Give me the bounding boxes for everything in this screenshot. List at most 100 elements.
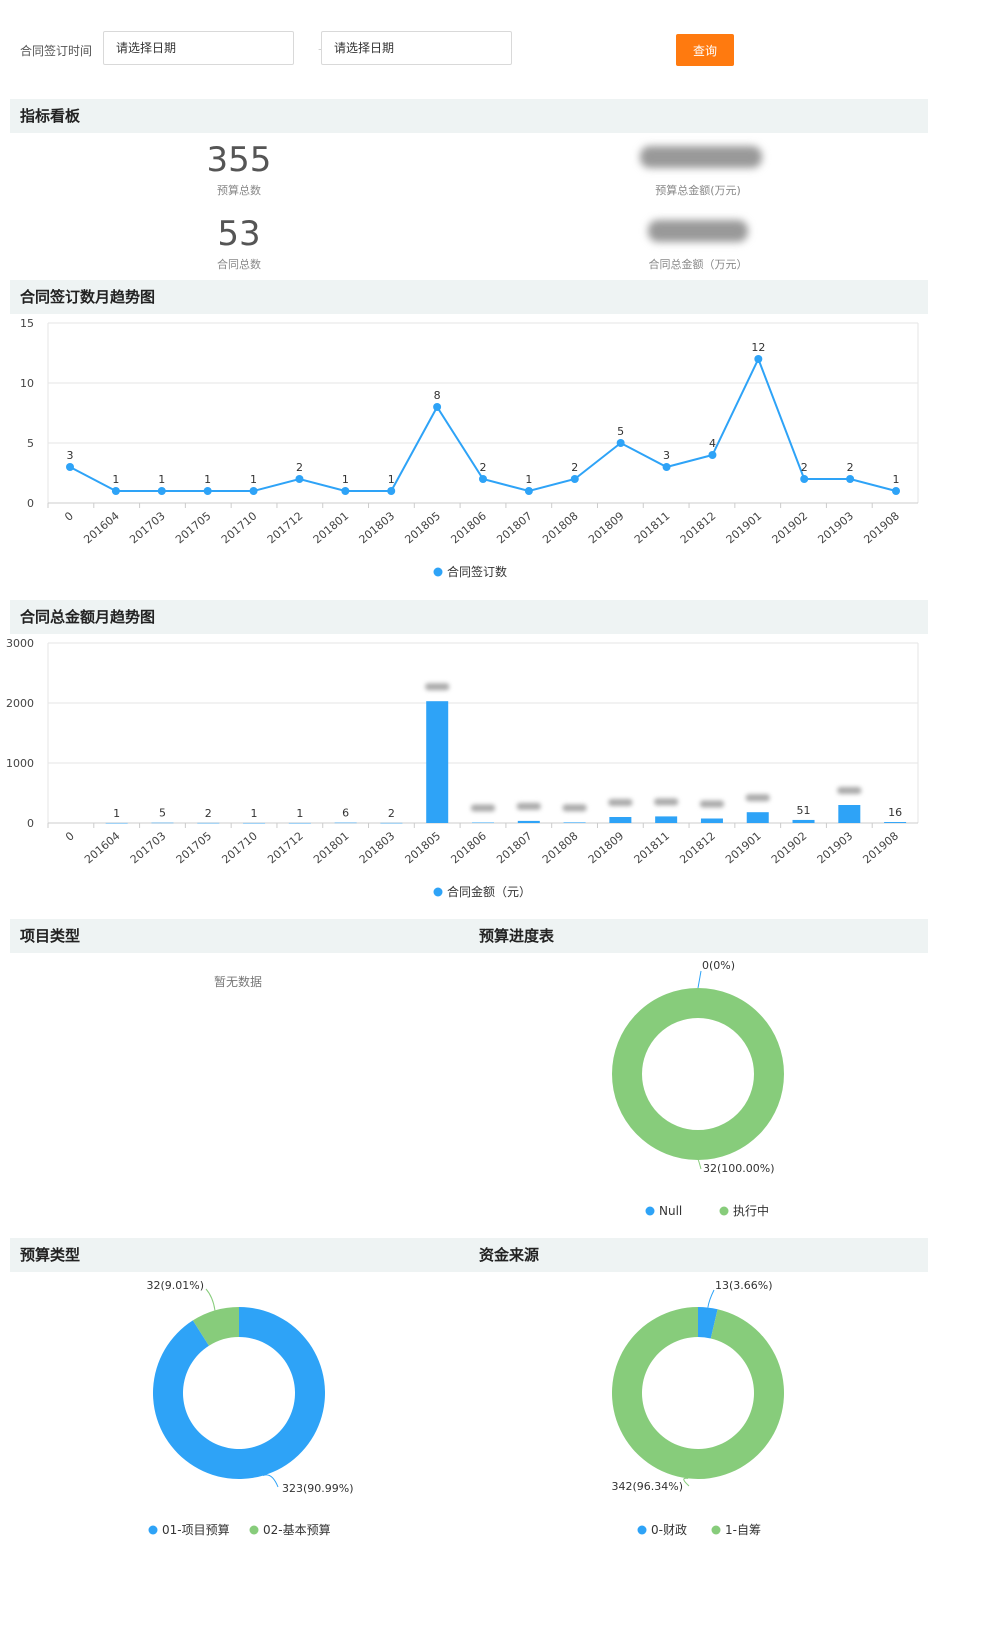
data-label: 4	[709, 437, 716, 450]
x-tick-label: 201808	[540, 829, 581, 866]
x-tick-label: 201908	[861, 509, 902, 546]
legend-label: 01-项目预算	[162, 1522, 230, 1537]
kpi-contract-amount-caption: 合同总金额（万元）	[648, 258, 748, 271]
data-label: 1	[250, 473, 257, 486]
label-leader-line	[697, 970, 702, 989]
x-tick-label: 201902	[770, 509, 811, 546]
data-point	[800, 475, 809, 483]
data-label: 1	[342, 473, 349, 486]
data-point	[479, 475, 487, 483]
data-label-redacted	[654, 798, 679, 806]
data-label: 3	[67, 449, 74, 462]
legend-label: 合同金额（元）	[447, 884, 531, 899]
legend-label: 执行中	[733, 1203, 769, 1218]
legend-label: 0-财政	[651, 1523, 687, 1537]
data-label: 3	[663, 449, 670, 462]
y-tick-label: 2000	[6, 697, 34, 710]
data-label: 1	[525, 473, 532, 486]
slice-label: 32(9.01%)	[146, 1279, 204, 1292]
legend-swatch	[249, 1525, 259, 1535]
contract-count-line-chart: 0510150 201604 201703 201705 201710 201712 201…	[20, 317, 919, 579]
section-header-fund-source: 资金来源	[469, 1238, 928, 1272]
kpi-budget-amount-value-redacted	[640, 146, 762, 168]
x-tick-label: 201807	[494, 829, 535, 866]
x-tick-label: 201803	[357, 829, 398, 866]
data-point	[66, 463, 74, 471]
legend-swatch	[711, 1525, 721, 1535]
y-tick-label: 3000	[6, 637, 34, 650]
start-date-input[interactable]	[103, 31, 294, 65]
x-tick-label: 201703	[128, 829, 169, 866]
data-label: 12	[751, 341, 765, 354]
data-label-redacted	[562, 804, 587, 812]
fund-source-donut-chart: 13(3.66%) 342(96.34%) 0-财政 1-自筹	[611, 1279, 784, 1537]
data-point	[157, 487, 166, 495]
kpi-budget-count-value: 355	[206, 140, 272, 180]
x-tick-label: 201705	[174, 829, 215, 866]
x-tick-label: 201908	[861, 829, 902, 866]
y-tick-label: 0	[27, 497, 34, 510]
x-tick-label: 201807	[494, 509, 535, 546]
data-point	[892, 487, 900, 495]
no-data-text: 暂无数据	[214, 975, 263, 989]
bar	[655, 816, 678, 823]
data-point	[708, 451, 717, 459]
x-tick-label: 201604	[82, 829, 123, 866]
x-tick-label: 201710	[219, 509, 260, 546]
label-leader-line	[707, 1289, 715, 1308]
budget-type-donut-chart: 323(90.99%) 32(9.01%) 01-项目预算 02-基本预算	[146, 1279, 353, 1537]
data-label: 1	[204, 473, 211, 486]
y-tick-label: 1000	[6, 757, 34, 770]
slice-label: 32(100.00%)	[703, 1162, 775, 1175]
data-label: 6	[342, 807, 349, 820]
x-tick-label: 201812	[677, 829, 718, 866]
label-leader-line	[697, 1159, 702, 1170]
section-header-budget-progress: 预算进度表	[469, 919, 928, 953]
x-tick-label: 201901	[724, 509, 765, 546]
label-leader-line	[205, 1288, 216, 1311]
date-filter-label: 合同签订时间	[20, 44, 93, 58]
donut-slice	[612, 988, 784, 1160]
y-tick-label: 5	[27, 437, 34, 450]
x-tick-label: 201901	[723, 829, 764, 866]
end-date-input[interactable]	[321, 31, 512, 65]
x-tick-label: 201805	[403, 829, 444, 866]
bar	[563, 822, 586, 823]
legend-swatch	[645, 1206, 655, 1216]
data-label: 2	[801, 461, 808, 474]
kpi-contract-amount-value-redacted	[648, 220, 748, 242]
legend-label: 02-基本预算	[263, 1522, 331, 1537]
data-point	[616, 439, 625, 447]
x-tick-label: 201801	[311, 509, 352, 546]
label-leader-line	[262, 1474, 279, 1488]
data-point	[111, 487, 120, 495]
y-tick-label: 0	[27, 817, 34, 830]
data-label: 1	[158, 473, 165, 486]
data-label: 1	[296, 807, 303, 820]
data-label: 2	[571, 461, 578, 474]
query-button[interactable]: 查询	[676, 34, 734, 66]
kpi-contract-count-caption: 合同总数	[217, 258, 261, 271]
bar	[151, 822, 174, 824]
x-tick-label: 201812	[678, 509, 719, 546]
legend-swatch	[433, 567, 443, 577]
kpi-budget-count-caption: 预算总数	[217, 184, 261, 197]
bar	[334, 822, 357, 824]
y-tick-label: 10	[20, 377, 34, 390]
data-label-redacted	[699, 800, 724, 808]
bar	[700, 818, 723, 823]
data-point	[341, 487, 350, 495]
data-label: 2	[388, 807, 395, 820]
legend-swatch	[637, 1525, 647, 1535]
data-label-redacted	[425, 683, 450, 691]
x-tick-label: 201705	[173, 509, 214, 546]
x-tick-label: 201809	[586, 829, 627, 866]
x-tick-label: 0	[62, 509, 76, 523]
x-tick-label: 201703	[127, 509, 168, 546]
x-tick-label: 201801	[311, 829, 352, 866]
legend-swatch	[433, 887, 443, 897]
bar	[426, 701, 449, 823]
data-label: 5	[159, 807, 166, 820]
x-tick-label: 201903	[816, 509, 857, 546]
x-tick-label: 201712	[265, 509, 306, 546]
